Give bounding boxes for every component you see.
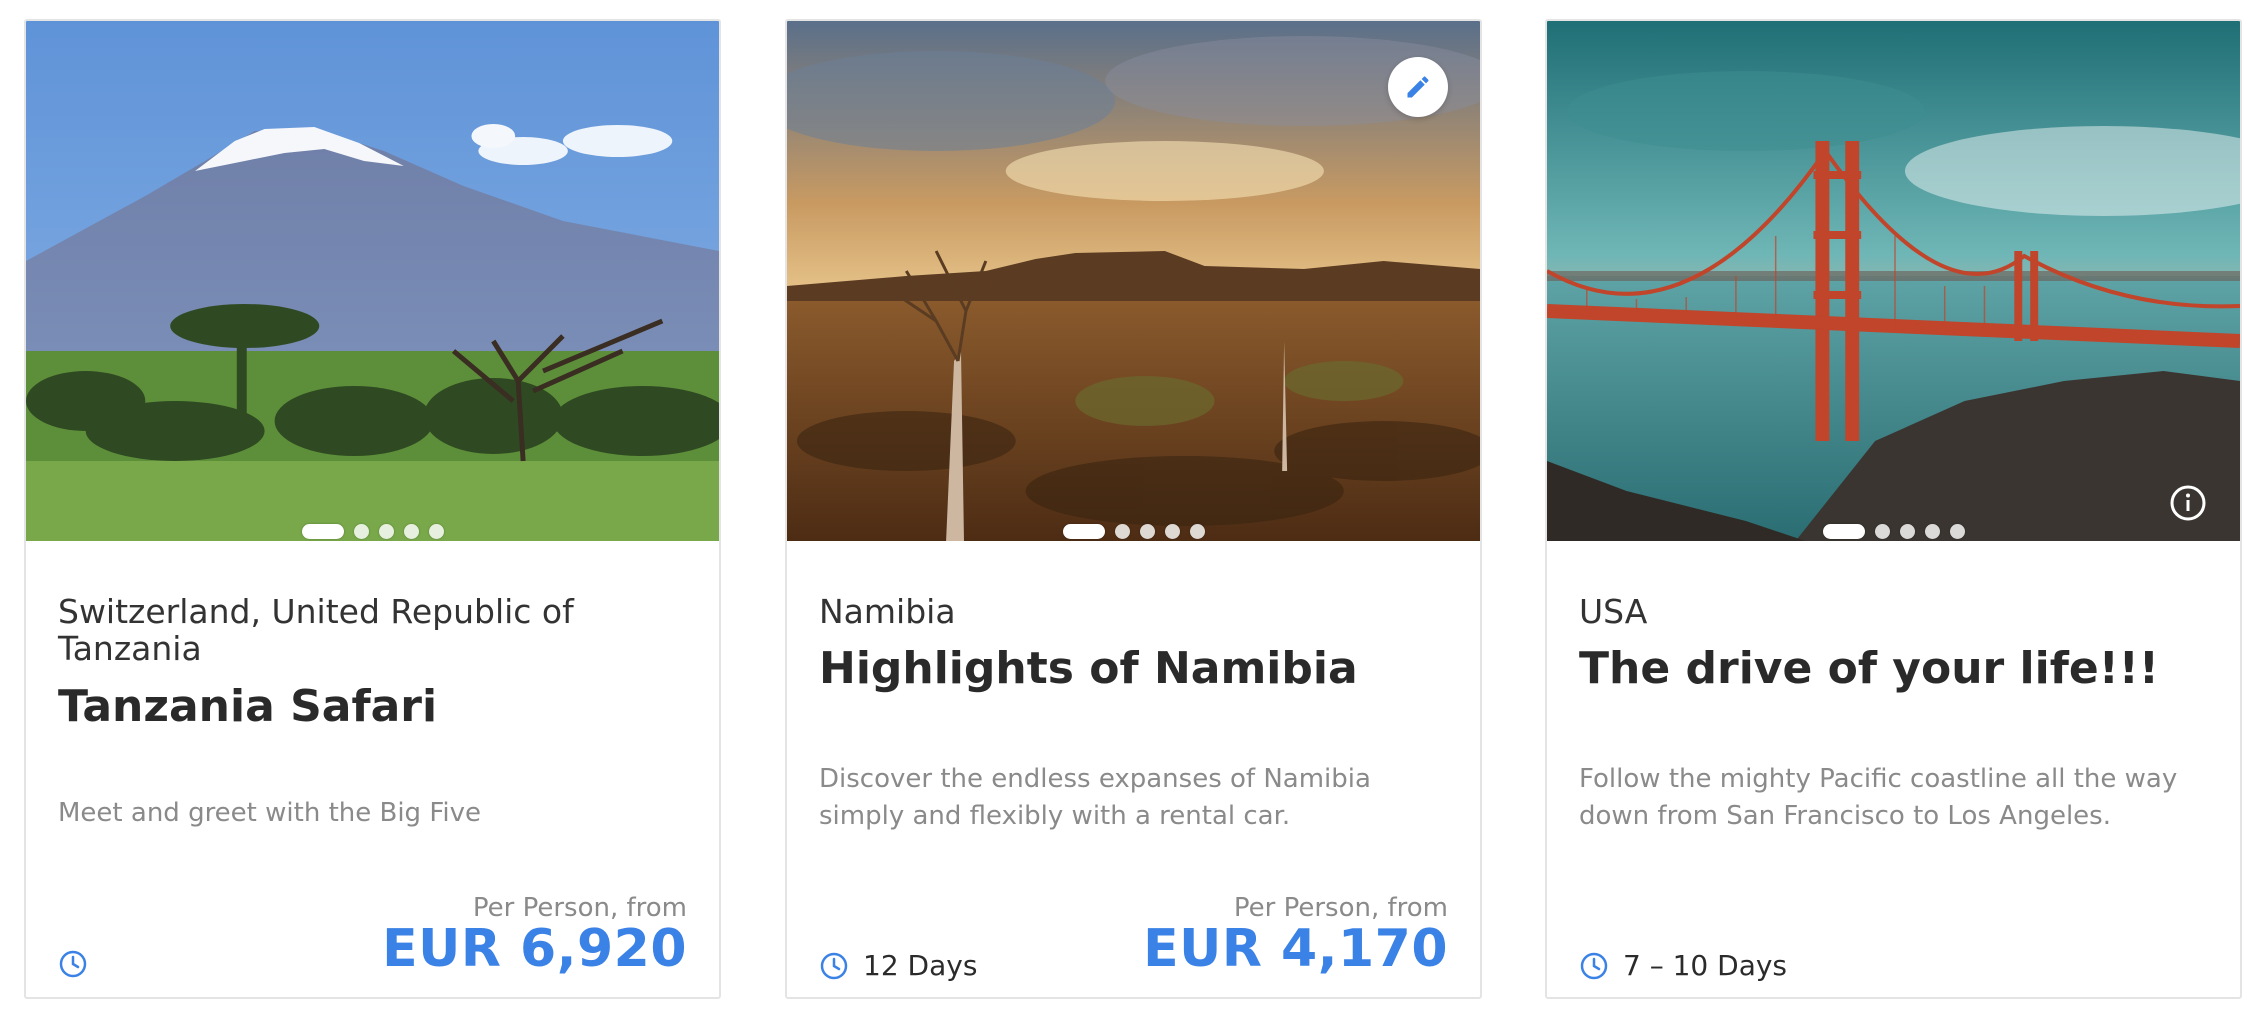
carousel-dot-active[interactable] xyxy=(1062,523,1105,539)
trip-country: Switzerland, United Republic of Tanzania xyxy=(58,592,574,668)
carousel-dot[interactable] xyxy=(1899,523,1915,539)
carousel-dot[interactable] xyxy=(1949,523,1965,539)
carousel-dot[interactable] xyxy=(428,523,444,539)
trip-title[interactable]: The drive of your life!!! xyxy=(1579,643,2159,694)
carousel-dot[interactable] xyxy=(1924,523,1940,539)
trip-duration: 7 – 10 Days xyxy=(1579,949,1787,982)
trip-image-golden-gate[interactable] xyxy=(1547,21,2240,541)
trip-card-usa[interactable]: USA The drive of your life!!! Follow the… xyxy=(1545,19,2242,999)
carousel-dot[interactable] xyxy=(1114,523,1130,539)
carousel-dot-active[interactable] xyxy=(1822,523,1865,539)
trip-card-tanzania[interactable]: Switzerland, United Republic of Tanzania… xyxy=(24,19,721,999)
carousel-dot[interactable] xyxy=(403,523,419,539)
carousel-dot-active[interactable] xyxy=(301,523,344,539)
trip-image-namibia[interactable] xyxy=(787,21,1480,541)
clock-icon xyxy=(1580,952,1608,979)
trip-image-kilimanjaro[interactable] xyxy=(26,21,719,541)
carousel-dot[interactable] xyxy=(1139,523,1155,539)
carousel-dot[interactable] xyxy=(1189,523,1205,539)
trip-price: EUR 4,170 xyxy=(1143,919,1448,979)
trip-title[interactable]: Tanzania Safari xyxy=(58,681,437,732)
carousel-dot[interactable] xyxy=(378,523,394,539)
carousel-dot[interactable] xyxy=(1874,523,1890,539)
trip-duration xyxy=(58,949,102,979)
trip-country: Namibia xyxy=(819,592,956,631)
carousel-indicators[interactable] xyxy=(26,523,719,539)
trip-description: Follow the mighty Pacific coastline all … xyxy=(1579,764,2178,831)
carousel-dot[interactable] xyxy=(1164,523,1180,539)
carousel-indicators[interactable] xyxy=(787,523,1480,539)
carousel-indicators[interactable] xyxy=(1547,523,2240,539)
duration-text: 7 – 10 Days xyxy=(1623,949,1788,982)
trip-country: USA xyxy=(1579,592,1648,631)
carousel-dot[interactable] xyxy=(353,523,369,539)
trip-price: EUR 6,920 xyxy=(382,919,687,979)
trip-card-namibia[interactable]: Namibia Highlights of Namibia Discover t… xyxy=(785,19,1482,999)
pencil-icon xyxy=(1407,76,1429,98)
edit-button[interactable] xyxy=(1388,57,1448,117)
info-icon xyxy=(2170,485,2206,521)
clock-icon xyxy=(820,952,848,979)
info-button[interactable] xyxy=(2168,483,2208,523)
duration-text: 12 Days xyxy=(863,949,978,982)
trip-description: Meet and greet with the Big Five xyxy=(58,798,481,828)
trip-description: Discover the endless expanses of Namibia… xyxy=(819,764,1371,831)
trip-title[interactable]: Highlights of Namibia xyxy=(819,643,1358,694)
trip-duration: 12 Days xyxy=(819,949,977,982)
clock-icon xyxy=(59,950,87,978)
